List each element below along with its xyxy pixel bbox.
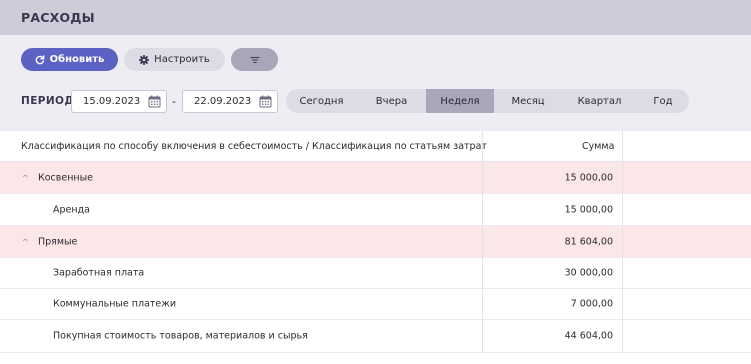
gear-icon	[139, 54, 150, 65]
filter-menu-button[interactable]	[231, 48, 278, 71]
range-quarter[interactable]: Квартал	[562, 89, 637, 113]
table-row[interactable]: Коммунальные платежи 7 000,00	[0, 289, 751, 320]
refresh-button[interactable]: Обновить	[21, 48, 118, 71]
row-amount: 7 000,00	[570, 298, 613, 310]
range-today[interactable]: Сегодня	[286, 89, 357, 113]
row-label: Покупная стоимость товаров, материалов и…	[53, 330, 308, 342]
row-amount: 30 000,00	[564, 267, 613, 279]
page-title: РАСХОДЫ	[21, 10, 95, 25]
row-label: Прямые	[38, 236, 78, 247]
lines-icon	[250, 56, 260, 64]
row-amount: 15 000,00	[564, 172, 613, 183]
title-bar: РАСХОДЫ	[0, 0, 751, 35]
row-label: Аренда	[53, 204, 90, 215]
settings-label: Настроить	[154, 54, 210, 65]
collapse-caret-icon[interactable]: ^	[22, 173, 29, 182]
row-label: Заработная плата	[53, 267, 145, 279]
table-row[interactable]: Аренда 15 000,00	[0, 194, 751, 226]
column-header-classification[interactable]: Классификация по способу включения в себ…	[21, 141, 487, 152]
range-month[interactable]: Месяц	[494, 89, 562, 113]
calendar-icon[interactable]	[259, 95, 272, 111]
table-row[interactable]: Покупная стоимость товаров, материалов и…	[0, 320, 751, 353]
column-header-amount[interactable]: Сумма	[582, 141, 614, 152]
calendar-icon[interactable]	[148, 95, 161, 111]
date-from-value: 15.09.2023	[83, 96, 141, 107]
settings-button[interactable]: Настроить	[124, 48, 225, 71]
range-yesterday[interactable]: Вчера	[357, 89, 426, 113]
refresh-icon	[35, 54, 45, 65]
row-amount: 81 604,00	[564, 236, 613, 247]
period-range-selector: Сегодня Вчера Неделя Месяц Квартал Год	[286, 89, 689, 113]
row-amount: 15 000,00	[564, 204, 613, 215]
row-amount: 44 604,00	[564, 330, 613, 342]
period-label: ПЕРИОД	[21, 95, 75, 107]
range-year[interactable]: Год	[637, 89, 689, 113]
column-divider	[622, 131, 623, 353]
date-separator: -	[172, 95, 176, 108]
date-from-input[interactable]: 15.09.2023	[71, 90, 167, 113]
table-row[interactable]: Заработная плата 30 000,00	[0, 258, 751, 289]
row-label: Косвенные	[38, 172, 93, 183]
table-row-group[interactable]: ^ Прямые 81 604,00	[0, 226, 751, 258]
collapse-caret-icon[interactable]: ^	[22, 237, 29, 246]
table-row-group[interactable]: ^ Косвенные 15 000,00	[0, 162, 751, 194]
refresh-label: Обновить	[49, 54, 105, 65]
date-to-input[interactable]: 22.09.2023	[182, 90, 278, 113]
range-week[interactable]: Неделя	[426, 89, 494, 113]
date-to-value: 22.09.2023	[194, 96, 252, 107]
row-label: Коммунальные платежи	[53, 298, 177, 310]
table-header: Классификация по способу включения в себ…	[0, 131, 751, 162]
column-divider	[482, 131, 483, 353]
